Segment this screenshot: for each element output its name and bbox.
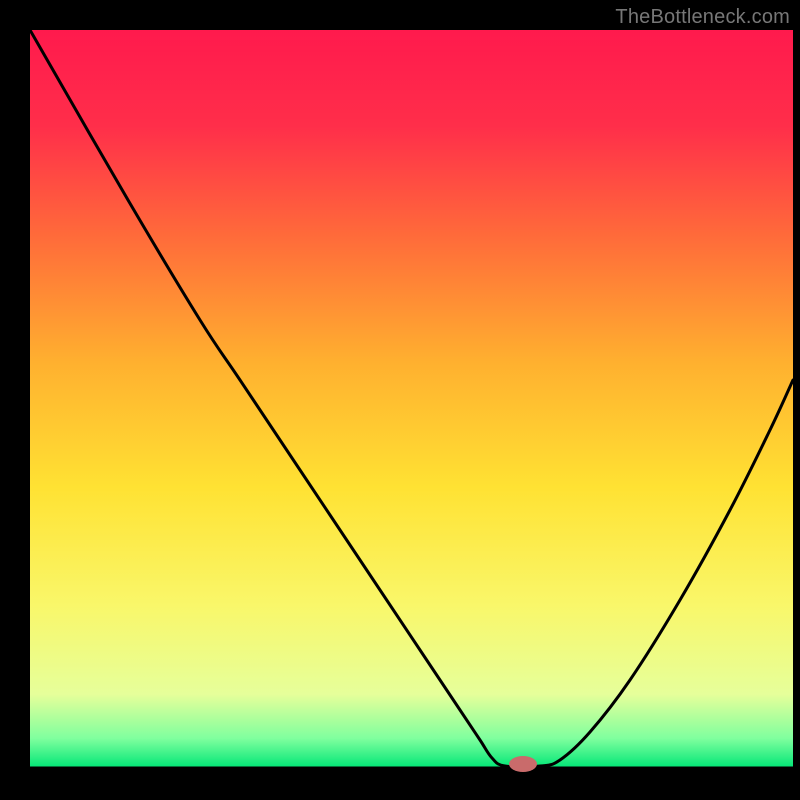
bottleneck-chart: TheBottleneck.com bbox=[0, 0, 800, 800]
watermark-text: TheBottleneck.com bbox=[615, 6, 790, 29]
chart-svg bbox=[0, 0, 800, 800]
optimal-marker bbox=[509, 756, 537, 772]
plot-background bbox=[30, 30, 793, 768]
